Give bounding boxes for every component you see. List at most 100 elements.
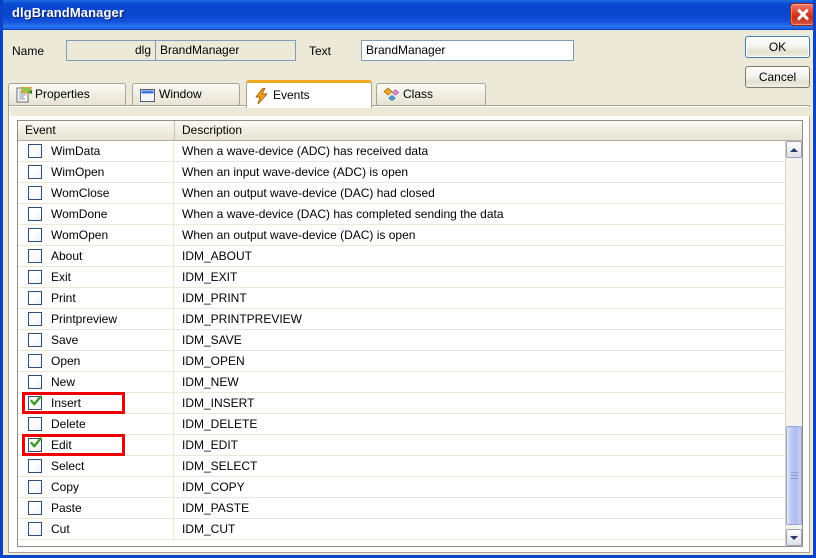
cell-event: Edit <box>18 434 174 456</box>
tab-properties-label: Properties <box>35 87 90 101</box>
table-row[interactable]: WimData When a wave-device (ADC) has rece… <box>18 141 802 162</box>
checkbox-unchecked[interactable] <box>28 522 42 536</box>
cell-description: IDM_EDIT <box>182 438 239 452</box>
event-name: WimOpen <box>51 165 105 179</box>
event-name: Select <box>51 459 85 473</box>
table-row[interactable]: Paste IDM_PASTE <box>18 498 802 519</box>
cell-description: IDM_SELECT <box>182 459 258 473</box>
checkbox-unchecked[interactable] <box>28 354 42 368</box>
event-name: WomOpen <box>51 228 109 242</box>
checkbox-unchecked[interactable] <box>28 291 42 305</box>
event-name: Insert <box>51 396 82 410</box>
table-row[interactable]: Save IDM_SAVE <box>18 330 802 351</box>
checkbox-unchecked[interactable] <box>28 501 42 515</box>
cell-description: IDM_ABOUT <box>182 249 253 263</box>
event-name: Open <box>51 354 81 368</box>
tab-class[interactable]: Class <box>376 83 486 106</box>
cell-event: Delete <box>18 414 174 434</box>
cell-event: Cut <box>18 519 174 539</box>
tab-panel-top-gap <box>10 107 810 116</box>
name-prefix-field[interactable]: dlg <box>66 40 155 61</box>
checkbox-unchecked[interactable] <box>28 207 42 221</box>
lightning-bolt-icon <box>255 88 268 104</box>
checkbox-unchecked[interactable] <box>28 417 42 431</box>
cell-event: Open <box>18 351 174 371</box>
tab-panel: Event Description WimData When a wave-dev… <box>8 105 810 553</box>
checkbox-unchecked[interactable] <box>28 459 42 473</box>
table-row[interactable]: About IDM_ABOUT <box>18 246 802 267</box>
checkbox-unchecked[interactable] <box>28 312 42 326</box>
table-row[interactable]: Cut IDM_CUT <box>18 519 802 540</box>
scrollbar-thumb[interactable] <box>786 426 802 525</box>
scroll-up-button[interactable] <box>786 141 802 158</box>
table-row[interactable]: Insert IDM_INSERT <box>18 392 802 414</box>
column-header-description[interactable]: Description <box>175 121 775 140</box>
table-row[interactable]: Printpreview IDM_PRINTPREVIEW <box>18 309 802 330</box>
checkbox-unchecked[interactable] <box>28 480 42 494</box>
event-name: Delete <box>51 417 86 431</box>
checkbox-unchecked[interactable] <box>28 249 42 263</box>
cell-event: Exit <box>18 267 174 287</box>
tab-properties[interactable]: Properties <box>8 83 126 106</box>
table-row[interactable]: New IDM_NEW <box>18 372 802 393</box>
event-name: About <box>51 249 83 263</box>
close-icon <box>791 4 813 25</box>
cell-description: IDM_PASTE <box>182 501 250 515</box>
close-button[interactable] <box>790 3 813 26</box>
cell-description: When an output wave-device (DAC) had clo… <box>182 186 435 200</box>
checkbox-unchecked[interactable] <box>28 144 42 158</box>
table-row[interactable]: Copy IDM_COPY <box>18 477 802 498</box>
column-header-event[interactable]: Event <box>18 121 175 140</box>
ok-button[interactable]: OK <box>745 36 810 58</box>
table-row[interactable]: Exit IDM_EXIT <box>18 267 802 288</box>
cell-description: IDM_PRINTPREVIEW <box>182 312 303 326</box>
event-name: Edit <box>51 438 72 452</box>
event-name: Cut <box>51 522 70 536</box>
checkbox-unchecked[interactable] <box>28 228 42 242</box>
events-list: Event Description WimData When a wave-dev… <box>17 120 803 547</box>
cell-event: WimData <box>18 141 174 161</box>
checkbox-unchecked[interactable] <box>28 270 42 284</box>
table-row[interactable]: WimOpen When an input wave-device (ADC) i… <box>18 162 802 183</box>
table-row[interactable]: WomOpen When an output wave-device (DAC) … <box>18 225 802 246</box>
event-name: Print <box>51 291 76 305</box>
class-diamonds-icon <box>383 87 400 102</box>
cell-event: Save <box>18 330 174 350</box>
tab-strip: Properties Window Events Class <box>8 80 808 108</box>
cell-event: Paste <box>18 498 174 518</box>
cell-event: Insert <box>18 392 174 414</box>
event-name: Save <box>51 333 79 347</box>
table-row[interactable]: Delete IDM_DELETE <box>18 414 802 435</box>
cell-description: IDM_NEW <box>182 375 239 389</box>
cell-description: IDM_OPEN <box>182 354 245 368</box>
checkbox-checked[interactable] <box>28 395 42 410</box>
table-row[interactable]: WomClose When an output wave-device (DAC)… <box>18 183 802 204</box>
cell-event: WomClose <box>18 183 174 203</box>
table-row[interactable]: Edit IDM_EDIT <box>18 434 802 456</box>
checkbox-unchecked[interactable] <box>28 165 42 179</box>
tab-window[interactable]: Window <box>132 83 240 106</box>
checkbox-unchecked[interactable] <box>28 186 42 200</box>
table-row[interactable]: WomDone When a wave-device (DAC) has comp… <box>18 204 802 225</box>
event-name: Exit <box>51 270 72 284</box>
checkbox-unchecked[interactable] <box>28 333 42 347</box>
events-list-scrollbar[interactable] <box>785 141 802 546</box>
event-name: WomDone <box>51 207 108 221</box>
title-bar: dlgBrandManager <box>3 0 813 30</box>
name-text-form: Name dlg BrandManager Text BrandManager <box>3 30 813 70</box>
text-input[interactable]: BrandManager <box>361 40 574 61</box>
tab-events-label: Events <box>273 88 310 102</box>
tab-events[interactable]: Events <box>246 80 372 108</box>
name-input[interactable]: BrandManager <box>155 40 296 61</box>
cell-description: IDM_DELETE <box>182 417 258 431</box>
checkbox-checked[interactable] <box>28 437 42 452</box>
cell-description: IDM_INSERT <box>182 396 255 410</box>
table-row[interactable]: Select IDM_SELECT <box>18 456 802 477</box>
cell-description: When an input wave-device (ADC) is open <box>182 165 409 179</box>
checkbox-unchecked[interactable] <box>28 375 42 389</box>
checkmark-icon <box>30 395 42 406</box>
table-row[interactable]: Print IDM_PRINT <box>18 288 802 309</box>
table-row[interactable]: Open IDM_OPEN <box>18 351 802 372</box>
scroll-down-button[interactable] <box>786 529 802 546</box>
events-list-header: Event Description <box>18 121 802 141</box>
